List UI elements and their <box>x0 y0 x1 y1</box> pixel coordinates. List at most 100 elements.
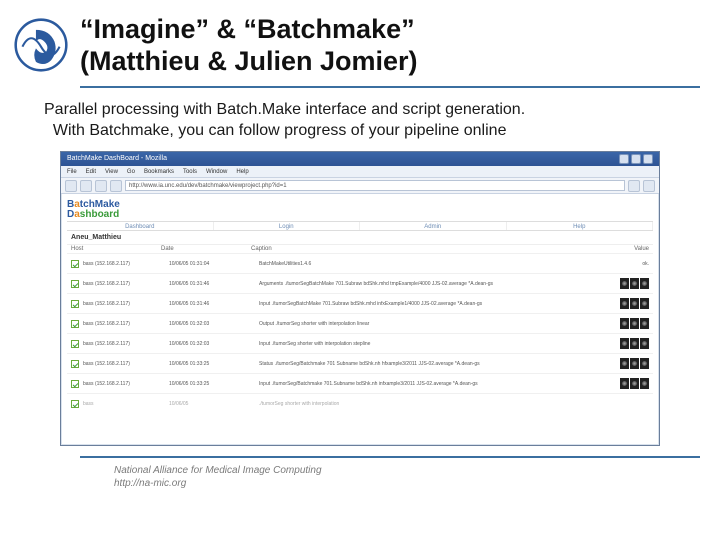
thumbnails <box>620 278 649 289</box>
menu-item[interactable]: Window <box>206 166 227 177</box>
menu-item[interactable]: Go <box>127 166 135 177</box>
tab-dashboard[interactable]: Dashboard <box>67 222 214 230</box>
brain-thumb-icon <box>620 298 629 309</box>
window-titlebar: BatchMake DashBoard - Mozilla <box>61 152 659 166</box>
cell-host: bass (152.168.2.117) <box>83 321 169 327</box>
title-line-2: (Matthieu & Julien Jomier) <box>80 46 418 76</box>
col-date: Date <box>161 246 251 252</box>
brain-thumb-icon <box>640 338 649 349</box>
cell-caption: BatchMakeUtilities1.4.6 <box>259 261 642 267</box>
cell-date: 10/06/05 01:31:46 <box>169 281 259 287</box>
close-button[interactable] <box>643 154 653 164</box>
brain-thumb-icon <box>630 278 639 289</box>
check-icon <box>71 260 79 268</box>
namic-logo-icon <box>14 18 68 72</box>
slide-title: “Imagine” & “Batchmake” (Matthieu & Juli… <box>80 14 418 78</box>
footer-org: National Alliance for Medical Image Comp… <box>114 465 322 476</box>
embedded-screenshot: BatchMake DashBoard - Mozilla File Edit … <box>60 151 660 446</box>
table-row: bass (152.168.2.117)10/06/05 01:33:25Sta… <box>67 353 653 373</box>
maximize-button[interactable] <box>631 154 641 164</box>
table-row: bass (152.168.2.117)10/06/05 01:31:04Bat… <box>67 253 653 273</box>
browser-toolbar: http://www.ia.unc.edu/dev/batchmake/view… <box>61 178 659 194</box>
cell-date: 10/06/05 01:33:25 <box>169 381 259 387</box>
cell-caption: Status ./tumorSeg/Batchmake 701 Subname … <box>259 361 620 367</box>
tab-login[interactable]: Login <box>214 222 361 230</box>
thumbnails <box>620 378 649 389</box>
menu-item[interactable]: Help <box>236 166 248 177</box>
dashboard-tabs: Dashboard Login Admin Help <box>67 221 653 231</box>
menu-item[interactable]: Bookmarks <box>144 166 174 177</box>
cell-host: bass (152.168.2.117) <box>83 341 169 347</box>
brain-thumb-icon <box>620 318 629 329</box>
brain-thumb-icon <box>620 378 629 389</box>
cell-host: bass (152.168.2.117) <box>83 381 169 387</box>
tab-admin[interactable]: Admin <box>360 222 507 230</box>
title-line-1: “Imagine” & “Batchmake” <box>80 14 415 44</box>
cell-date: 10/06/05 01:32:03 <box>169 321 259 327</box>
project-heading: Aneu_Matthieu <box>67 231 653 244</box>
table-row: bass (152.168.2.117)10/06/05 01:32:03Inp… <box>67 333 653 353</box>
cell-caption: Output ./tumorSeg shorter with interpola… <box>259 321 620 327</box>
brain-thumb-icon <box>630 378 639 389</box>
print-button[interactable] <box>643 180 655 192</box>
menu-item[interactable]: View <box>105 166 118 177</box>
forward-button[interactable] <box>80 180 92 192</box>
logo-text: shboard <box>80 209 119 220</box>
cell-caption: Input ./tumorSeg/Batchmake 701.Subname b… <box>259 381 620 387</box>
check-icon <box>71 400 79 408</box>
thumbnails <box>620 358 649 369</box>
brain-thumb-icon <box>630 298 639 309</box>
browser-menubar: File Edit View Go Bookmarks Tools Window… <box>61 166 659 178</box>
cell-date: 10/06/05 01:31:46 <box>169 301 259 307</box>
body-line-2: With Batchmake, you can follow progress … <box>53 122 507 139</box>
minimize-button[interactable] <box>619 154 629 164</box>
brain-thumb-icon <box>630 358 639 369</box>
cell-value: ok. <box>642 261 649 267</box>
cell-caption: Input ./tumorSeg shorter with interpolat… <box>259 341 620 347</box>
check-icon <box>71 280 79 288</box>
cell-date: 10/06/05 01:31:04 <box>169 261 259 267</box>
cell-caption: Arguments ./tumorSegBatchMake 701.Subraw… <box>259 281 620 287</box>
table-body: bass (152.168.2.117)10/06/05 01:31:04Bat… <box>67 253 653 413</box>
brain-thumb-icon <box>640 318 649 329</box>
footer-url: http://na-mic.org <box>114 478 186 489</box>
check-icon <box>71 300 79 308</box>
brain-thumb-icon <box>620 278 629 289</box>
menu-item[interactable]: Tools <box>183 166 197 177</box>
table-row: bass (152.168.2.117)10/06/05 01:32:03Out… <box>67 313 653 333</box>
menu-item[interactable]: File <box>67 166 77 177</box>
stop-button[interactable] <box>110 180 122 192</box>
brain-thumb-icon <box>630 318 639 329</box>
back-button[interactable] <box>65 180 77 192</box>
col-host: Host <box>71 246 161 252</box>
reload-button[interactable] <box>95 180 107 192</box>
table-row: bass10/06/05./tumorSeg shorter with inte… <box>67 393 653 413</box>
cell-caption: Input ./tumorSegBatchMake 701.Subraw bdS… <box>259 301 620 307</box>
menu-item[interactable]: Edit <box>86 166 96 177</box>
slide-header: “Imagine” & “Batchmake” (Matthieu & Juli… <box>0 0 720 86</box>
brain-thumb-icon <box>630 338 639 349</box>
brain-thumb-icon <box>640 278 649 289</box>
search-button[interactable] <box>628 180 640 192</box>
cell-date: 10/06/05 <box>169 401 259 407</box>
col-value: Value <box>609 246 649 252</box>
slide-footer: National Alliance for Medical Image Comp… <box>0 458 720 490</box>
body-text: Parallel processing with Batch.Make inte… <box>0 88 720 152</box>
check-icon <box>71 380 79 388</box>
address-bar[interactable]: http://www.ia.unc.edu/dev/batchmake/view… <box>125 180 625 191</box>
page-content: BatchMake Dashboard Dashboard Login Admi… <box>61 194 659 417</box>
check-icon <box>71 320 79 328</box>
thumbnails <box>620 338 649 349</box>
cell-caption: ./tumorSeg shorter with interpolation <box>259 401 649 407</box>
cell-host: bass (152.168.2.117) <box>83 261 169 267</box>
brain-thumb-icon <box>620 358 629 369</box>
table-row: bass (152.168.2.117)10/06/05 01:33:25Inp… <box>67 373 653 393</box>
col-caption: Caption <box>251 246 609 252</box>
cell-date: 10/06/05 01:33:25 <box>169 361 259 367</box>
check-icon <box>71 340 79 348</box>
brain-thumb-icon <box>640 298 649 309</box>
window-title: BatchMake DashBoard - Mozilla <box>67 152 167 166</box>
brain-thumb-icon <box>640 358 649 369</box>
table-header-row: Host Date Caption Value <box>67 244 653 253</box>
tab-help[interactable]: Help <box>507 222 654 230</box>
